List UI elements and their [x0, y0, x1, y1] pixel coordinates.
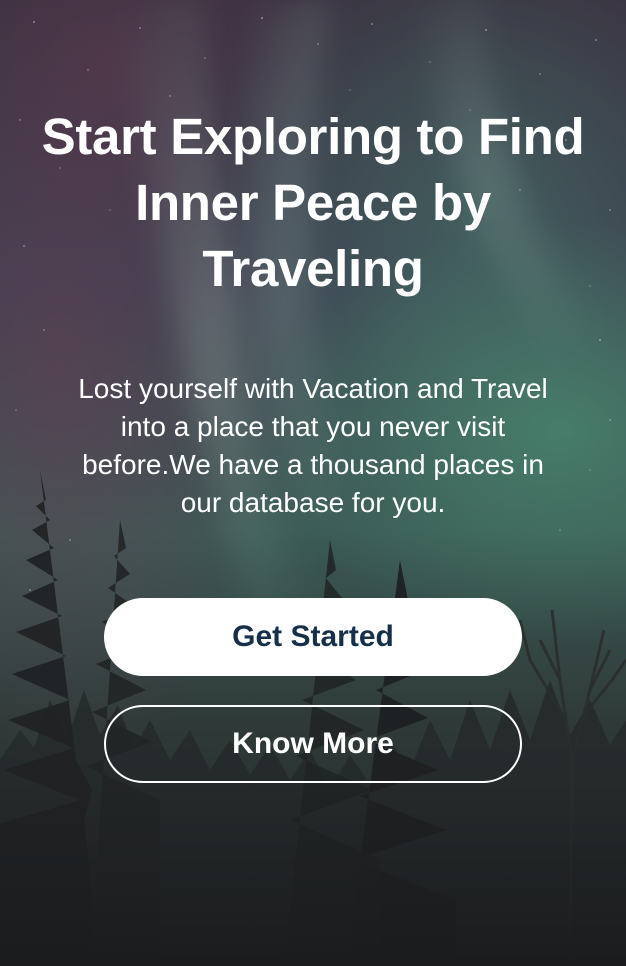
get-started-button[interactable]: Get Started [104, 598, 522, 676]
hero-headline: Start Exploring to Find Inner Peace by T… [41, 108, 585, 297]
know-more-button[interactable]: Know More [104, 705, 522, 783]
hero-content: Start Exploring to Find Inner Peace by T… [0, 0, 626, 966]
landing-screen: Start Exploring to Find Inner Peace by T… [0, 0, 626, 966]
hero-tagline: Lost yourself with Vacation and Travel i… [78, 373, 548, 518]
